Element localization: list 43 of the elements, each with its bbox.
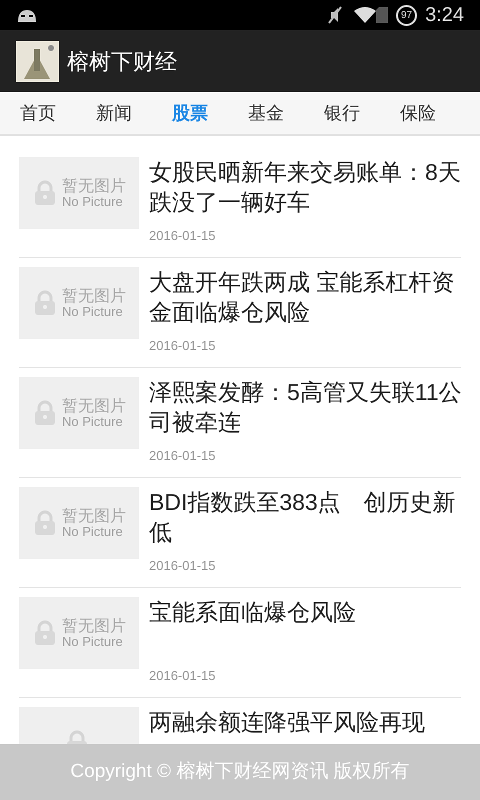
article-title: BDI指数跌至383点 创历史新低	[149, 488, 457, 547]
category-tab[interactable]: 基金	[228, 100, 304, 126]
placeholder-label: 暂无图片	[62, 178, 126, 194]
article-item[interactable]: 暂无图片 No Picture 宝能系面临爆仓风险 2016-01-15	[19, 588, 461, 698]
article-title: 女股民晒新年来交易账单：8天跌没了一辆好车	[149, 158, 462, 217]
placeholder-label: 暂无图片	[62, 618, 126, 634]
muted-icon	[328, 6, 342, 24]
placeholder-label: 暂无图片	[62, 398, 126, 414]
category-tab[interactable]: 首页	[0, 100, 76, 126]
article-item[interactable]: 暂无图片 No Picture BDI指数跌至383点 创历史新低 2016-01-15	[19, 478, 461, 588]
placeholder-label: 暂无图片	[62, 508, 126, 524]
category-tab[interactable]: 新闻	[76, 100, 152, 126]
article-date: 2016-01-15	[149, 336, 216, 354]
app-title: 榕树下财经	[67, 48, 177, 76]
placeholder-sublabel: No Picture	[62, 634, 124, 648]
category-tab[interactable]: 银行	[304, 100, 380, 126]
lock-icon	[32, 400, 58, 426]
article-title: 两融余额连降强平风险再现	[149, 708, 426, 737]
sim-icon	[376, 7, 388, 23]
placeholder-sublabel: No Picture	[62, 304, 124, 318]
article-date: 2016-01-15	[149, 666, 216, 684]
article-title: 大盘开年跌两成 宝能系杠杆资金面临爆仓风险	[149, 268, 456, 327]
lock-icon	[32, 290, 58, 316]
article-item[interactable]: 暂无图片 No Picture 泽熙案发酵：5高管又失联11公司被牵连 2016-01-15	[19, 368, 461, 478]
placeholder-sublabel: No Picture	[62, 524, 124, 538]
article-item[interactable]: 暂无图片 No Picture 大盘开年跌两成 宝能系杠杆资金面临爆仓风险 2016-01-15	[19, 258, 461, 368]
placeholder-sublabel: No Picture	[62, 414, 124, 428]
article-item[interactable]: 暂无图片 No Picture 女股民晒新年来交易账单：8天跌没了一辆好车 2016-01-15	[19, 148, 461, 258]
clock: 3:24	[425, 3, 464, 28]
article-date: 2016-01-15	[149, 226, 216, 244]
article-title: 泽熙案发酵：5高管又失联11公司被牵连	[149, 378, 462, 437]
lock-icon	[32, 510, 58, 536]
article-date: 2016-01-15	[149, 556, 216, 574]
article-title: 宝能系面临爆仓风险	[149, 598, 357, 627]
placeholder-sublabel: No Picture	[62, 194, 124, 208]
lock-icon	[32, 180, 58, 206]
article-date: 2016-01-15	[149, 446, 216, 464]
app-logo	[16, 40, 59, 82]
wifi-icon	[354, 7, 376, 23]
battery-indicator: 97	[396, 4, 418, 26]
lock-icon	[32, 620, 58, 646]
category-tab[interactable]: 保险	[380, 100, 456, 126]
placeholder-label: 暂无图片	[62, 288, 126, 304]
